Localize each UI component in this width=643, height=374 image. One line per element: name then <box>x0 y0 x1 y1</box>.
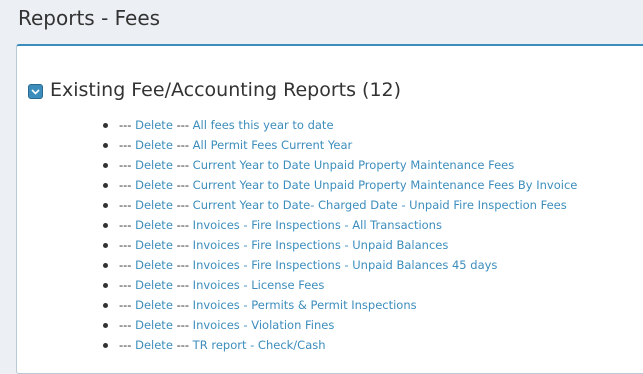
chevron-down-icon <box>31 88 40 95</box>
bullet-icon <box>103 142 108 148</box>
bullet-icon <box>103 122 108 128</box>
delete-link[interactable]: Delete <box>135 258 173 272</box>
delete-link[interactable]: Delete <box>135 218 173 232</box>
separator-dashes: --- <box>176 118 190 132</box>
list-item: --- Delete --- Invoices - Violation Fine… <box>103 315 577 335</box>
list-item: --- Delete --- All Permit Fees Current Y… <box>103 135 577 155</box>
bullet-icon <box>103 202 108 208</box>
separator-dashes: --- <box>176 278 190 292</box>
list-item: --- Delete --- Invoices - Fire Inspectio… <box>103 255 577 275</box>
prefix-dashes: --- <box>119 298 132 312</box>
separator-dashes: --- <box>176 198 190 212</box>
report-link[interactable]: Invoices - Fire Inspections - Unpaid Bal… <box>193 258 498 272</box>
list-item: --- Delete --- Invoices - Fire Inspectio… <box>103 235 577 255</box>
prefix-dashes: --- <box>119 118 132 132</box>
section-title: Existing Fee/Accounting Reports (12) <box>50 79 402 101</box>
separator-dashes: --- <box>176 258 190 272</box>
delete-link[interactable]: Delete <box>135 138 173 152</box>
prefix-dashes: --- <box>119 198 132 212</box>
report-link[interactable]: Invoices - License Fees <box>193 278 325 292</box>
prefix-dashes: --- <box>119 138 132 152</box>
list-item: --- Delete --- Current Year to Date Unpa… <box>103 175 577 195</box>
delete-link[interactable]: Delete <box>135 198 173 212</box>
delete-link[interactable]: Delete <box>135 298 173 312</box>
delete-link[interactable]: Delete <box>135 238 173 252</box>
list-item: --- Delete --- Invoices - Fire Inspectio… <box>103 215 577 235</box>
delete-link[interactable]: Delete <box>135 318 173 332</box>
bullet-icon <box>103 182 108 188</box>
list-item: --- Delete --- Invoices - License Fees <box>103 275 577 295</box>
report-link[interactable]: Invoices - Violation Fines <box>193 318 335 332</box>
bullet-icon <box>103 242 108 248</box>
separator-dashes: --- <box>176 138 190 152</box>
report-list: --- Delete --- All fees this year to dat… <box>103 115 577 355</box>
list-item: --- Delete --- All fees this year to dat… <box>103 115 577 135</box>
collapse-toggle-button[interactable] <box>28 84 43 99</box>
report-link[interactable]: Current Year to Date- Charged Date - Unp… <box>193 198 567 212</box>
bullet-icon <box>103 322 108 328</box>
delete-link[interactable]: Delete <box>135 158 173 172</box>
separator-dashes: --- <box>176 238 190 252</box>
list-item: --- Delete --- TR report - Check/Cash <box>103 335 577 355</box>
section-header: Existing Fee/Accounting Reports (12) <box>28 75 401 105</box>
separator-dashes: --- <box>176 338 190 352</box>
prefix-dashes: --- <box>119 158 132 172</box>
report-link[interactable]: Current Year to Date Unpaid Property Mai… <box>193 178 578 192</box>
delete-link[interactable]: Delete <box>135 278 173 292</box>
delete-link[interactable]: Delete <box>135 338 173 352</box>
prefix-dashes: --- <box>119 258 132 272</box>
list-item: --- Delete --- Current Year to Date Unpa… <box>103 155 577 175</box>
bullet-icon <box>103 262 108 268</box>
page-title: Reports - Fees <box>18 6 161 30</box>
report-link[interactable]: Invoices - Permits & Permit Inspections <box>193 298 417 312</box>
bullet-icon <box>103 302 108 308</box>
report-link[interactable]: All fees this year to date <box>193 118 334 132</box>
separator-dashes: --- <box>176 178 190 192</box>
bullet-icon <box>103 342 108 348</box>
report-link[interactable]: All Permit Fees Current Year <box>193 138 353 152</box>
prefix-dashes: --- <box>119 278 132 292</box>
separator-dashes: --- <box>176 158 190 172</box>
report-link[interactable]: Current Year to Date Unpaid Property Mai… <box>193 158 515 172</box>
bullet-icon <box>103 282 108 288</box>
report-link[interactable]: Invoices - Fire Inspections - All Transa… <box>193 218 442 232</box>
delete-link[interactable]: Delete <box>135 178 173 192</box>
list-item: --- Delete --- Invoices - Permits & Perm… <box>103 295 577 315</box>
prefix-dashes: --- <box>119 318 132 332</box>
report-link[interactable]: TR report - Check/Cash <box>193 338 326 352</box>
report-link[interactable]: Invoices - Fire Inspections - Unpaid Bal… <box>193 238 449 252</box>
prefix-dashes: --- <box>119 338 132 352</box>
prefix-dashes: --- <box>119 238 132 252</box>
prefix-dashes: --- <box>119 178 132 192</box>
separator-dashes: --- <box>176 218 190 232</box>
bullet-icon <box>103 222 108 228</box>
bullet-icon <box>103 162 108 168</box>
separator-dashes: --- <box>176 318 190 332</box>
separator-dashes: --- <box>176 298 190 312</box>
list-item: --- Delete --- Current Year to Date- Cha… <box>103 195 577 215</box>
prefix-dashes: --- <box>119 218 132 232</box>
reports-panel: Existing Fee/Accounting Reports (12) ---… <box>16 44 643 374</box>
delete-link[interactable]: Delete <box>135 118 173 132</box>
